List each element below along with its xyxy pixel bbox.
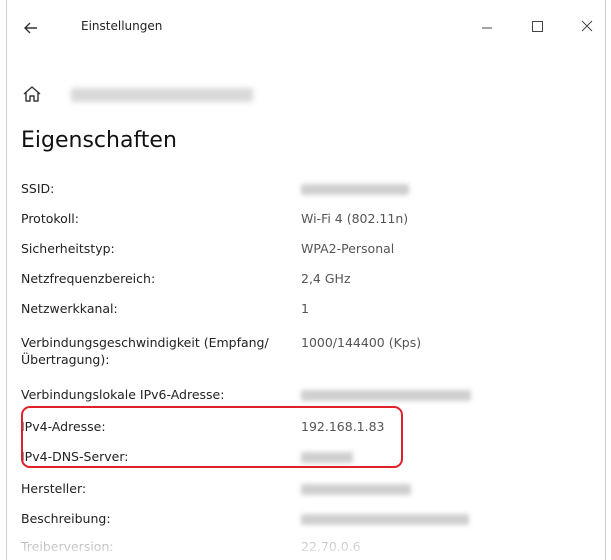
property-label: Netzwerkkanal: [21,301,118,316]
redacted-value [301,184,409,195]
property-label: Netzfrequenzbereich: [21,271,156,286]
title-bar: Einstellungen [7,0,605,52]
property-label: Treiberversion: [21,539,114,554]
property-label: Protokoll: [21,211,79,226]
property-label: Sicherheitstyp: [21,241,115,256]
property-value [301,510,469,527]
maximize-icon [532,21,543,32]
property-label: Verbindungslokale IPv6-Adresse: [21,387,225,402]
property-label: Hersteller: [21,481,87,496]
property-value: 1 [301,301,309,316]
property-value: 1000/144400 (Kps) [301,335,422,350]
property-label: Verbindungsgeschwindigkeit (Empfang/Über… [21,335,269,367]
ipv4-highlight-annotation [21,406,403,468]
property-value: 22.70.0.6 [301,539,361,554]
redacted-value [301,484,411,495]
close-icon [581,20,593,32]
settings-window: Einstellungen Eigenschaften SSID: Protok… [6,0,606,560]
page-title: Eigenschaften [21,128,177,153]
property-label: Beschreibung: [21,511,111,526]
window-title: Einstellungen [81,19,163,33]
network-name [71,88,253,102]
minimize-icon [482,27,492,29]
back-arrow-icon [24,22,37,34]
redacted-value [301,514,469,525]
property-value [301,480,411,497]
close-button[interactable] [569,12,605,40]
property-value: WPA2-Personal [301,241,395,256]
property-label: SSID: [21,181,55,196]
home-icon [23,86,41,102]
minimize-button[interactable] [469,12,505,40]
maximize-button[interactable] [519,12,555,40]
redacted-value [301,390,471,401]
property-value: 2,4 GHz [301,271,351,286]
home-button[interactable] [21,84,43,104]
property-value: Wi-Fi 4 (802.11n) [301,211,409,226]
back-button[interactable] [19,16,45,40]
property-value [301,180,409,197]
property-value [301,386,471,403]
